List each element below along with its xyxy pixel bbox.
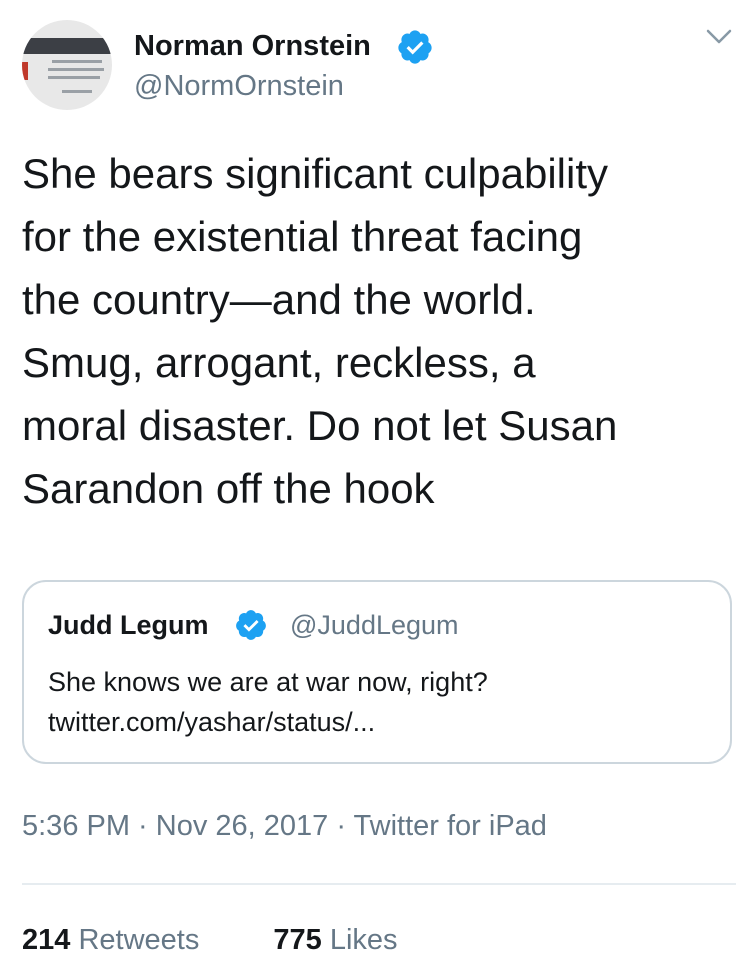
- author-avatar[interactable]: [22, 20, 112, 110]
- verified-badge-icon: [398, 30, 432, 64]
- retweets-count: 214: [22, 924, 71, 956]
- tweet-text: She bears significant culpability for th…: [22, 150, 618, 512]
- likes-label: Likes: [329, 924, 398, 956]
- chevron-down-icon[interactable]: [706, 28, 732, 46]
- verified-badge-icon: [236, 610, 266, 640]
- quoted-tweet-text: She knows we are at war now, right? twit…: [48, 667, 488, 737]
- quoted-author-handle: @JuddLegum: [290, 610, 459, 640]
- author-handle[interactable]: @NormOrnstein: [134, 70, 344, 103]
- retweets-stat[interactable]: 214 Retweets: [22, 924, 199, 957]
- likes-stat[interactable]: 775 Likes: [273, 924, 397, 957]
- retweets-label: Retweets: [78, 924, 200, 956]
- likes-count: 775: [273, 924, 322, 956]
- tweet: Norman Ornstein @NormOrnstein She bears …: [0, 0, 754, 960]
- quoted-tweet[interactable]: Judd Legum @JuddLegum She knows we are a…: [22, 580, 732, 764]
- quoted-author-name: Judd Legum: [48, 610, 209, 640]
- tweet-timestamp[interactable]: 5:36 PM · Nov 26, 2017 · Twitter for iPa…: [22, 810, 547, 843]
- author-name[interactable]: Norman Ornstein: [134, 30, 371, 63]
- tweet-stats: 214 Retweets 775 Likes: [22, 924, 464, 957]
- divider: [22, 883, 736, 885]
